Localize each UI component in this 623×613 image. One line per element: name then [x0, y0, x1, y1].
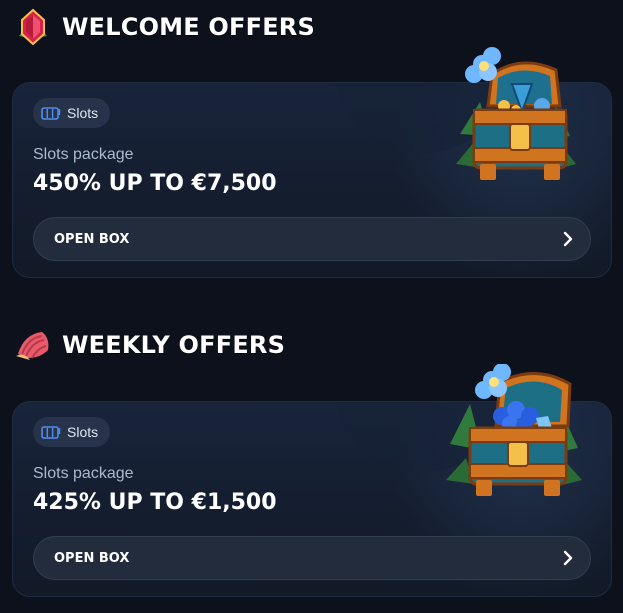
- welcome-offers-header: WELCOME OFFERS: [14, 8, 315, 46]
- category-tag: Slots: [33, 417, 111, 447]
- offers-page: WELCOME OFFERS Slots Slots package 450% …: [0, 0, 623, 613]
- open-box-button[interactable]: OPEN BOX: [33, 217, 591, 261]
- chevron-right-icon: [563, 550, 573, 566]
- chevron-right-icon: [563, 231, 573, 247]
- treasure-chest-icon: [456, 47, 576, 180]
- slot-machine-icon: [41, 426, 61, 439]
- tag-label: Slots: [67, 424, 99, 440]
- gem-icon: [14, 8, 52, 46]
- tag-label: Slots: [67, 105, 99, 121]
- section-title: WELCOME OFFERS: [62, 13, 315, 41]
- offer-amount: 450% UP TO €7,500: [33, 171, 277, 196]
- section-title: WEEKLY OFFERS: [62, 331, 286, 359]
- offer-amount: 425% UP TO €1,500: [33, 490, 277, 515]
- package-label: Slots package: [33, 146, 134, 163]
- shell-icon: [14, 326, 52, 364]
- open-box-label: OPEN BOX: [54, 231, 130, 247]
- category-tag: Slots: [33, 98, 111, 128]
- open-box-label: OPEN BOX: [54, 550, 130, 566]
- slot-machine-icon: [41, 107, 61, 120]
- weekly-offers-header: WEEKLY OFFERS: [14, 326, 285, 364]
- treasure-chest-icon: [446, 364, 582, 496]
- open-box-button[interactable]: OPEN BOX: [33, 536, 591, 580]
- package-label: Slots package: [33, 465, 134, 482]
